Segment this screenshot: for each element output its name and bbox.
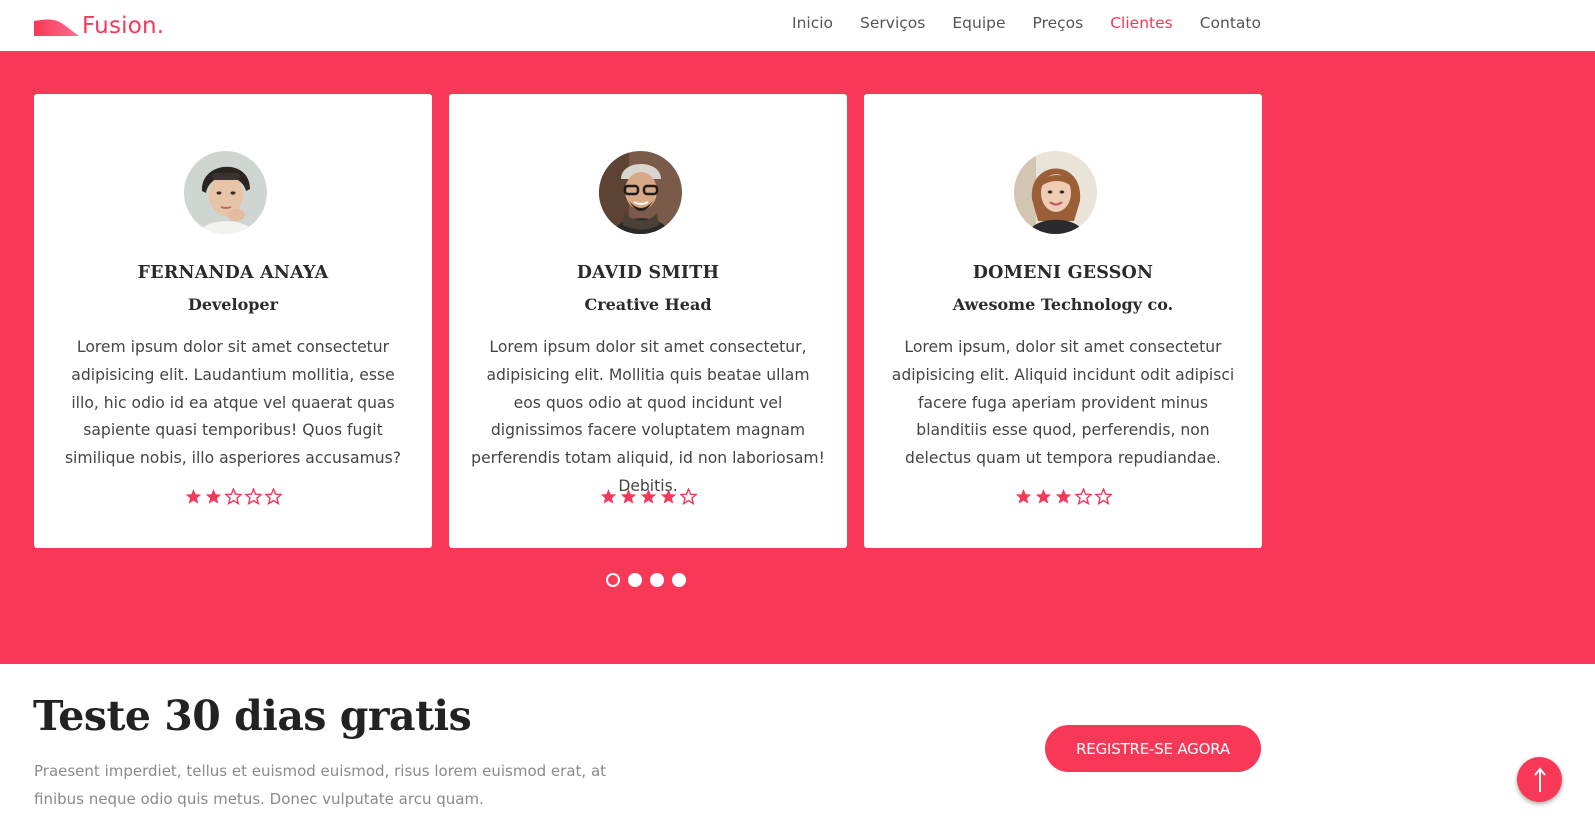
star-rating <box>34 488 432 505</box>
star-empty-icon <box>264 488 282 505</box>
testimonial-name: DOMENI GESSON <box>972 263 1154 283</box>
star-filled-icon <box>205 489 221 504</box>
star-filled-icon <box>1055 489 1071 504</box>
nav-item-contato[interactable]: Contato <box>1200 14 1261 32</box>
star-filled-icon <box>620 489 636 504</box>
testimonial-name: DAVID SMITH <box>576 263 720 283</box>
wave-logo-icon <box>34 19 78 36</box>
carousel-dot[interactable] <box>628 573 642 587</box>
star-empty-icon <box>244 488 262 505</box>
star-empty-icon <box>1094 488 1112 505</box>
star-filled-icon <box>640 489 656 504</box>
star-filled-icon <box>1015 489 1031 504</box>
testimonial-name: FERNANDA ANAYA <box>137 263 329 283</box>
nav-item-clientes[interactable]: Clientes <box>1110 14 1172 32</box>
star-filled-icon <box>660 489 676 504</box>
testimonial-quote: Lorem ipsum, dolor sit amet consectetur … <box>891 338 1235 468</box>
star-rating <box>864 488 1262 505</box>
star-empty-icon <box>679 488 697 505</box>
brand-name: Fusion. <box>82 13 165 39</box>
carousel-dot[interactable] <box>606 573 620 587</box>
testimonial-card: FERNANDA ANAYA Developer Lorem ipsum dol… <box>34 94 432 548</box>
star-empty-icon <box>224 488 242 505</box>
cta-title: Teste 30 dias gratis <box>33 692 472 740</box>
star-empty-icon <box>1074 488 1092 505</box>
testimonial-role: Awesome Technology co. <box>952 295 1174 314</box>
navbar: Fusion. Inicio Serviços Equipe Preços Cl… <box>0 0 1595 51</box>
carousel-dot[interactable] <box>672 573 686 587</box>
carousel-pagination <box>606 573 686 587</box>
testimonial-card: DOMENI GESSON Awesome Technology co. Lor… <box>864 94 1262 548</box>
star-rating <box>449 488 847 505</box>
nav-item-equipe[interactable]: Equipe <box>952 14 1005 32</box>
brand-logo[interactable]: Fusion. <box>33 10 164 42</box>
testimonials-section: FERNANDA ANAYA Developer Lorem ipsum dol… <box>0 51 1595 664</box>
nav-item-precos[interactable]: Preços <box>1033 14 1084 32</box>
testimonial-quote: Lorem ipsum dolor sit amet consectetur a… <box>64 338 402 468</box>
nav-item-servicos[interactable]: Serviços <box>860 14 925 32</box>
arrow-up-icon <box>1533 766 1546 792</box>
main-nav: Inicio Serviços Equipe Preços Clientes C… <box>792 14 1261 32</box>
carousel-dot[interactable] <box>650 573 664 587</box>
testimonial-role: Developer <box>187 295 279 314</box>
register-button[interactable]: REGISTRE-SE AGORA <box>1045 725 1261 772</box>
testimonial-role: Creative Head <box>584 295 712 314</box>
avatar <box>184 151 267 234</box>
testimonial-quote: Lorem ipsum dolor sit amet consectetur, … <box>471 338 825 495</box>
avatar <box>599 151 682 234</box>
nav-item-inicio[interactable]: Inicio <box>792 14 833 32</box>
back-to-top-button[interactable] <box>1517 757 1562 802</box>
star-filled-icon <box>1035 489 1051 504</box>
star-filled-icon <box>185 489 201 504</box>
star-filled-icon <box>600 489 616 504</box>
testimonial-card: DAVID SMITH Creative Head Lorem ipsum do… <box>449 94 847 548</box>
cta-description: Praesent imperdiet, tellus et euismod eu… <box>34 762 607 808</box>
avatar <box>1014 151 1097 234</box>
